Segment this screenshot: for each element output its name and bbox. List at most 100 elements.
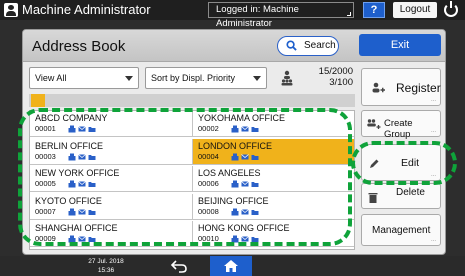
panel-header: Address Book Search Exit	[23, 30, 445, 62]
chevron-down-icon	[253, 76, 261, 81]
more-indicator: ...	[430, 237, 436, 243]
home-icon	[224, 260, 238, 272]
entry-destination-icons	[68, 234, 98, 243]
list-item[interactable]: NEW YORK OFFICE 00005	[30, 166, 192, 193]
entry-name: SHANGHAI OFFICE	[35, 223, 118, 234]
list-item[interactable]: KYOTO OFFICE 00007	[30, 194, 192, 220]
mail-icon	[78, 181, 86, 187]
entry-destination-icons	[231, 234, 261, 243]
management-label: Management	[372, 225, 431, 236]
entry-name: LONDON OFFICE	[198, 140, 273, 151]
create-group-button[interactable]: Create Group ...	[361, 110, 441, 140]
mail-icon	[241, 208, 249, 215]
index-tabs[interactable]	[29, 94, 355, 107]
more-indicator: ...	[430, 172, 436, 178]
back-arrow-icon[interactable]	[170, 259, 188, 273]
mail-icon	[78, 153, 86, 160]
address-book-panel: Address Book Search Exit View All Sort b…	[22, 29, 446, 255]
search-button-label: Search	[304, 40, 336, 51]
fax-icon	[68, 235, 76, 243]
entry-destination-icons	[231, 207, 261, 216]
address-list: ABCD COMPANY 00001 YOKOHAMA OFFICE 00002 BER…	[29, 110, 355, 250]
sort-select-value: Sort by Displ. Priority	[151, 73, 236, 83]
folder-icon	[251, 127, 259, 132]
user-icon	[4, 3, 18, 17]
entry-name: HONG KONG OFFICE	[198, 223, 290, 234]
help-button[interactable]: ?	[363, 2, 385, 18]
management-button[interactable]: Management ...	[361, 214, 441, 246]
fax-icon	[68, 208, 76, 216]
edit-label: Edit	[401, 157, 420, 169]
page-title: Address Book	[32, 38, 126, 55]
entry-number: 00005	[35, 179, 56, 189]
mail-icon	[78, 236, 86, 242]
list-item[interactable]: LOS ANGELES 00006	[192, 166, 354, 193]
fax-icon	[231, 235, 239, 243]
entry-destination-icons	[231, 124, 261, 133]
entry-destination-icons	[231, 152, 261, 161]
view-select-value: View All	[35, 73, 67, 83]
entry-name: YOKOHAMA OFFICE	[198, 113, 286, 123]
entry-destination-icons	[231, 179, 261, 188]
selected-count: 3/100	[329, 77, 353, 88]
list-item[interactable]: YOKOHAMA OFFICE 00002	[192, 111, 354, 137]
list-item[interactable]: ABCD COMPANY 00001	[30, 111, 192, 137]
entry-number: 00004	[198, 151, 219, 161]
logout-button[interactable]: Logout	[393, 2, 437, 18]
entry-number: 00002	[198, 124, 219, 133]
more-indicator: ...	[430, 128, 436, 134]
mail-icon	[241, 153, 249, 160]
folder-icon	[251, 154, 259, 160]
list-item[interactable]: LONDON OFFICE 00004	[192, 138, 354, 165]
chevron-down-icon	[125, 76, 133, 81]
fax-icon	[68, 153, 76, 161]
entry-number: 00006	[198, 179, 219, 189]
date-time: 27 Jul. 2018 15:36	[76, 257, 136, 275]
register-user-icon	[372, 82, 385, 93]
mail-icon	[241, 236, 249, 242]
list-item[interactable]: SHANGHAI OFFICE 00009	[30, 221, 192, 248]
entry-name: NEW YORK OFFICE	[35, 168, 120, 179]
edit-button[interactable]: Edit ...	[361, 144, 441, 181]
list-item[interactable]: BEIJING OFFICE 00008	[192, 193, 354, 220]
entry-number: 00001	[35, 124, 56, 133]
search-button[interactable]: Search	[277, 36, 339, 56]
bottom-bar: 27 Jul. 2018 15:36	[0, 256, 465, 276]
folder-icon	[251, 237, 259, 243]
fax-icon	[68, 125, 76, 133]
create-group-icon	[367, 119, 381, 129]
delete-button[interactable]: Delete	[361, 183, 441, 209]
login-status: Logged in: Machine Administrator	[208, 2, 354, 29]
folder-icon	[251, 209, 259, 215]
list-item[interactable]: BERLIN OFFICE 00003	[30, 139, 192, 165]
top-bar: Machine Administrator Logged in: Machine…	[0, 0, 465, 29]
view-select[interactable]: View All	[29, 67, 139, 89]
entry-name: ABCD COMPANY	[35, 113, 108, 123]
fax-icon	[68, 180, 76, 188]
list-item[interactable]: HONG KONG OFFICE 00010	[192, 221, 354, 248]
home-button[interactable]	[210, 256, 252, 276]
entry-number: 00010	[198, 234, 219, 244]
mail-icon	[78, 208, 86, 215]
sort-select[interactable]: Sort by Displ. Priority	[145, 67, 267, 89]
tab-active[interactable]	[31, 94, 45, 107]
fax-icon	[231, 125, 239, 133]
fax-icon	[231, 153, 239, 161]
folder-icon	[88, 209, 96, 215]
trash-icon	[368, 193, 378, 203]
register-button[interactable]: Register ...	[361, 68, 441, 106]
registered-count: 15/2000	[318, 66, 353, 77]
entry-number: 00003	[35, 151, 56, 161]
date-text: 27 Jul. 2018	[88, 258, 124, 265]
entry-number: 00008	[198, 206, 219, 216]
entry-name: BERLIN OFFICE	[35, 140, 104, 151]
exit-button[interactable]: Exit	[359, 34, 441, 56]
power-icon[interactable]	[444, 1, 458, 17]
search-icon	[286, 40, 297, 51]
entry-destination-icons	[68, 179, 98, 188]
entry-destination-icons	[68, 207, 98, 216]
entry-destination-icons	[68, 124, 98, 133]
more-indicator: ...	[430, 97, 436, 103]
expand-corner-icon	[347, 12, 351, 16]
entry-name: LOS ANGELES	[198, 168, 261, 179]
